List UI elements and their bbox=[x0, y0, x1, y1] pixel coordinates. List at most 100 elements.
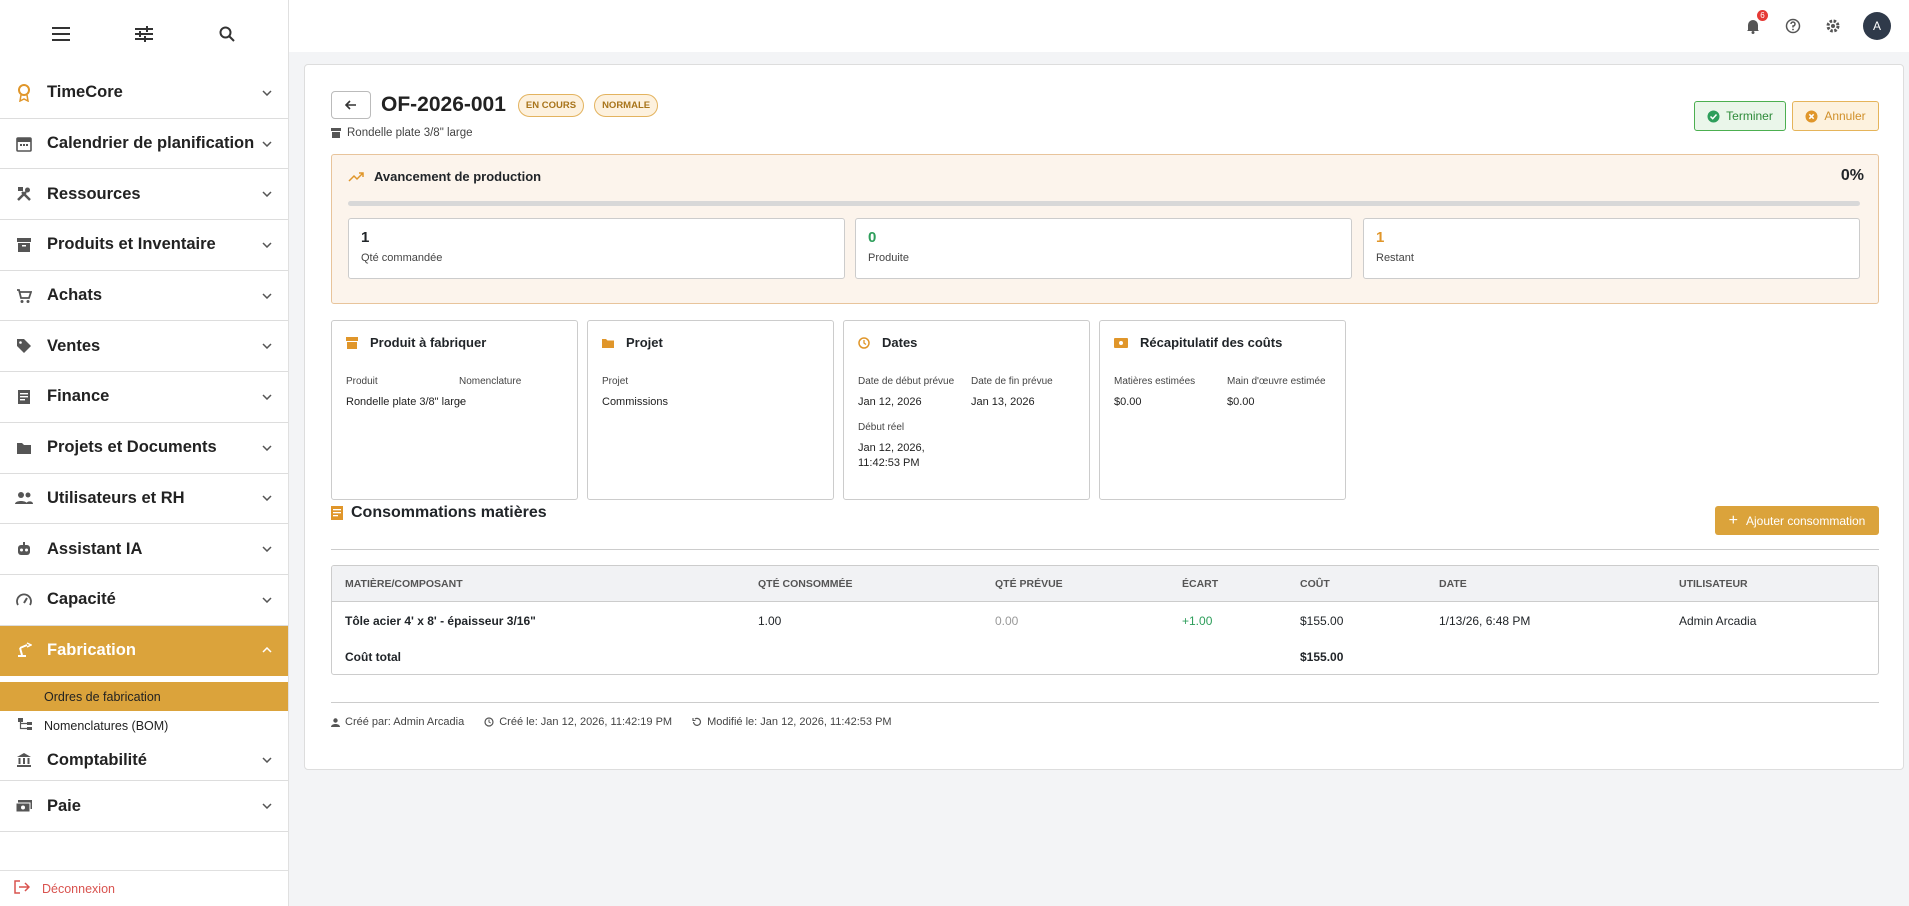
field-label: Projet bbox=[602, 376, 629, 387]
sidebar-item-timecore[interactable]: TimeCore bbox=[0, 68, 288, 119]
logout-button[interactable]: Déconnexion bbox=[0, 870, 288, 906]
bank-icon bbox=[14, 750, 34, 770]
sidebar-item-ai-assistant[interactable]: Assistant IA bbox=[0, 524, 288, 575]
user-avatar[interactable]: A bbox=[1863, 12, 1891, 40]
chevron-down-icon bbox=[260, 289, 274, 303]
sidebar-item-label: Fabrication bbox=[47, 640, 136, 659]
column-header[interactable]: QTÉ PRÉVUE bbox=[995, 578, 1063, 590]
notifications-button[interactable]: 6 bbox=[1743, 10, 1768, 36]
sidebar-nav: TimeCore Calendrier de planification Res… bbox=[0, 68, 288, 832]
progress-title: Avancement de production bbox=[348, 169, 541, 184]
product-card: Produit à fabriquer Produit Rondelle plat… bbox=[331, 320, 578, 500]
table-row[interactable]: Tôle acier 4' x 8' - épaisseur 3/16" 1.0… bbox=[332, 602, 1878, 638]
column-header[interactable]: MATIÈRE/COMPOSANT bbox=[345, 578, 463, 590]
table-total-row: Coût total $155.00 bbox=[332, 638, 1878, 674]
notification-count-badge: 6 bbox=[1757, 10, 1768, 21]
column-header[interactable]: QTÉ CONSOMMÉE bbox=[758, 578, 853, 590]
sidebar-item-sales[interactable]: Ventes bbox=[0, 321, 288, 373]
cancel-circle-icon bbox=[1805, 110, 1818, 122]
gauge-icon bbox=[14, 590, 34, 610]
cell-cost: $155.00 bbox=[1300, 614, 1344, 628]
project-card-title: Projet bbox=[602, 335, 663, 350]
divider bbox=[331, 549, 1879, 550]
sidebar-subitem-label: Nomenclatures (BOM) bbox=[44, 718, 169, 733]
sidebar: TimeCore Calendrier de planification Res… bbox=[0, 0, 289, 906]
manufacturing-order-card: OF-2026-001 EN COURS NORMALE Rondelle pl… bbox=[304, 64, 1904, 770]
column-header[interactable]: DATE bbox=[1439, 578, 1467, 590]
add-consumption-button[interactable]: + Ajouter consommation bbox=[1715, 506, 1879, 535]
chevron-up-icon bbox=[260, 643, 274, 657]
sidebar-item-finance[interactable]: Finance bbox=[0, 372, 288, 423]
dates-card: Dates Date de début prévue Jan 12, 2026 D… bbox=[843, 320, 1090, 500]
chevron-down-icon bbox=[260, 137, 274, 151]
table-header: MATIÈRE/COMPOSANT QTÉ CONSOMMÉE QTÉ PRÉV… bbox=[332, 566, 1878, 602]
sidebar-item-fabrication[interactable]: Fabrication bbox=[0, 625, 288, 677]
trending-up-icon bbox=[348, 171, 364, 182]
back-button[interactable] bbox=[331, 91, 371, 119]
logout-icon bbox=[14, 880, 32, 897]
stat-remaining-qty: 1 Restant bbox=[1363, 218, 1860, 279]
stat-ordered-qty: 1 Qté commandée bbox=[348, 218, 845, 279]
filter-sliders-icon[interactable] bbox=[132, 22, 156, 46]
field-label: Produit bbox=[346, 376, 378, 387]
sidebar-item-label: Finance bbox=[47, 387, 110, 406]
chevron-down-icon bbox=[260, 799, 274, 813]
column-header[interactable]: COÛT bbox=[1300, 578, 1330, 590]
sidebar-item-label: Capacité bbox=[47, 590, 116, 609]
chevron-down-icon bbox=[260, 390, 274, 404]
field-label: Début réel bbox=[858, 422, 905, 433]
card-title-label: Dates bbox=[882, 335, 918, 350]
inventory-icon bbox=[346, 336, 358, 349]
sidebar-item-label: Produits et Inventaire bbox=[47, 235, 216, 254]
chevron-down-icon bbox=[260, 86, 274, 100]
sidebar-item-label: Calendrier de planification bbox=[47, 134, 255, 153]
sidebar-item-payroll[interactable]: Paie bbox=[0, 781, 288, 832]
finish-button[interactable]: Terminer bbox=[1694, 101, 1786, 131]
field-value: - bbox=[459, 396, 463, 408]
created-at-text: Créé le: Jan 12, 2026, 11:42:19 PM bbox=[499, 716, 673, 728]
sidebar-item-capacity[interactable]: Capacité bbox=[0, 575, 288, 626]
menu-icon[interactable] bbox=[49, 22, 73, 46]
sidebar-item-calendar[interactable]: Calendrier de planification bbox=[0, 119, 288, 170]
help-icon[interactable] bbox=[1783, 16, 1803, 36]
stat-produced-qty: 0 Produite bbox=[855, 218, 1352, 279]
sidebar-item-accounting[interactable]: Comptabilité bbox=[0, 740, 288, 782]
sidebar-subitem-bom[interactable]: Nomenclatures (BOM) bbox=[0, 711, 288, 740]
sidebar-item-products[interactable]: Produits et Inventaire bbox=[0, 220, 288, 271]
card-title-label: Produit à fabriquer bbox=[370, 335, 487, 350]
sidebar-subitem-label: Ordres de fabrication bbox=[44, 689, 161, 704]
field-value: $0.00 bbox=[1227, 396, 1255, 408]
chevron-down-icon bbox=[260, 593, 274, 607]
column-header[interactable]: UTILISATEUR bbox=[1679, 578, 1748, 590]
product-card-title: Produit à fabriquer bbox=[346, 335, 486, 350]
field-value: Rondelle plate 3/8" large bbox=[346, 396, 467, 408]
sidebar-item-label: Projets et Documents bbox=[47, 438, 217, 457]
field-label: Date de fin prévue bbox=[971, 376, 1053, 387]
total-label: Coût total bbox=[345, 650, 401, 664]
sidebar-item-users[interactable]: Utilisateurs et RH bbox=[0, 474, 288, 525]
sidebar-item-projects[interactable]: Projets et Documents bbox=[0, 423, 288, 474]
robot-icon bbox=[14, 539, 34, 559]
field-value: Commissions bbox=[602, 396, 669, 408]
search-icon[interactable] bbox=[215, 22, 239, 46]
order-header: OF-2026-001 EN COURS NORMALE bbox=[331, 91, 659, 119]
field-estimated-labor: Main d'œuvre estimée $0.00 bbox=[1227, 376, 1326, 410]
bell-icon bbox=[1747, 20, 1759, 34]
receipt-icon bbox=[14, 387, 34, 407]
chevron-down-icon bbox=[260, 753, 274, 767]
field-actual-start: Début réel Jan 12, 2026, 11:42:53 PM bbox=[858, 422, 968, 471]
divider bbox=[331, 702, 1879, 703]
timecore-icon bbox=[14, 83, 34, 103]
sidebar-subitem-manufacturing-orders[interactable]: Ordres de fabrication bbox=[0, 682, 288, 712]
cost-card-title: Récapitulatif des coûts bbox=[1114, 335, 1282, 350]
cancel-button-label: Annuler bbox=[1824, 109, 1866, 123]
sidebar-item-resources[interactable]: Ressources bbox=[0, 169, 288, 221]
column-header[interactable]: ÉCART bbox=[1182, 578, 1218, 590]
cell-planned: 0.00 bbox=[995, 614, 1019, 628]
field-product: Produit Rondelle plate 3/8" large bbox=[346, 376, 466, 410]
cancel-button[interactable]: Annuler bbox=[1792, 101, 1879, 131]
progress-title-label: Avancement de production bbox=[374, 169, 542, 184]
settings-gear-icon[interactable] bbox=[1823, 16, 1843, 36]
stat-label: Produite bbox=[868, 252, 909, 264]
sidebar-item-purchases[interactable]: Achats bbox=[0, 271, 288, 322]
